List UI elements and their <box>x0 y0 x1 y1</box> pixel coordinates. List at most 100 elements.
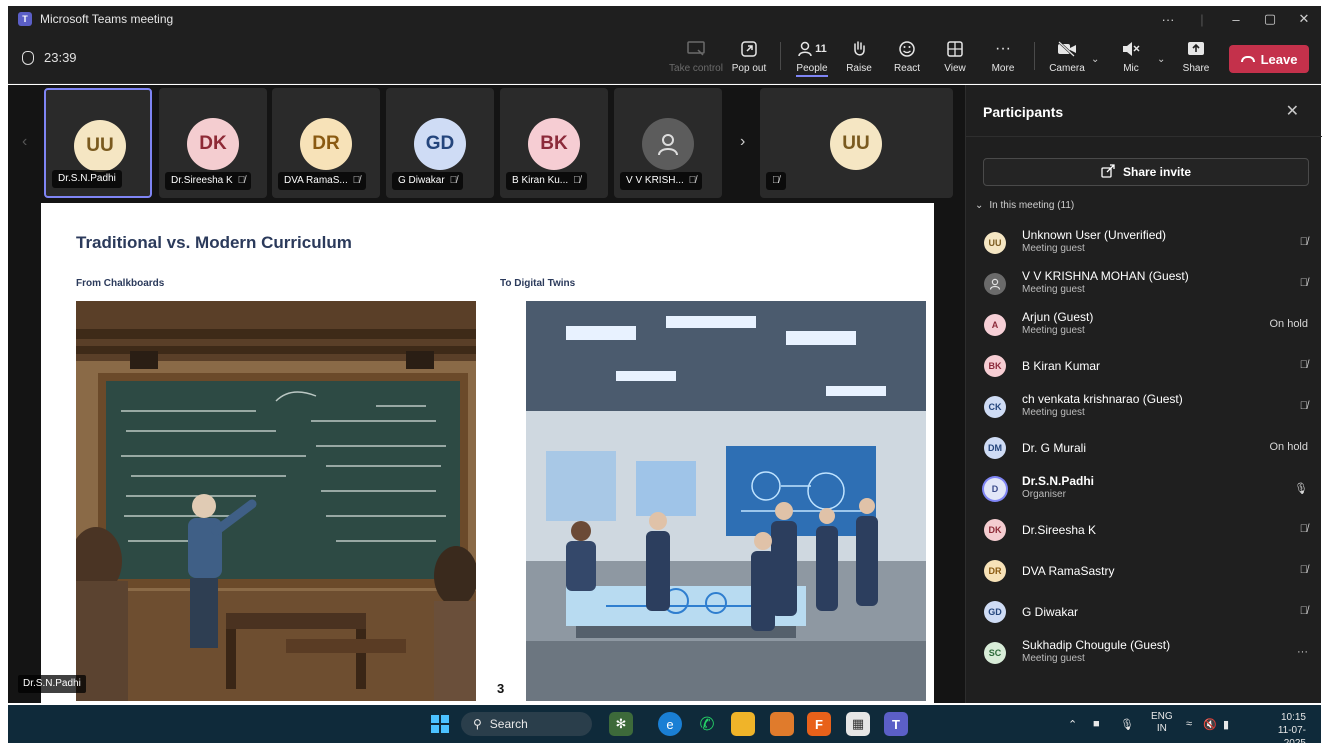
react-button[interactable]: React <box>892 38 922 80</box>
mic-options-chevron-icon[interactable]: ⌄ <box>1157 54 1165 65</box>
app-icon[interactable]: F <box>807 712 831 736</box>
participant-row[interactable]: V V KRISHNA MOHAN (Guest) Meeting guest … <box>984 266 1310 302</box>
video-tile[interactable]: V V KRISH... 🎙̸ <box>614 88 722 198</box>
mic-off-icon: 🎙̸ <box>1299 523 1308 535</box>
camera-options-chevron-icon[interactable]: ⌄ <box>1091 54 1099 65</box>
shared-presentation-slide: Traditional vs. Modern Curriculum From C… <box>41 203 934 703</box>
presenter-name-label: Dr.S.N.Padhi <box>18 675 86 693</box>
video-tile[interactable]: UU 🎙̸ <box>760 88 953 198</box>
participant-tile-strip: ‹ UU Dr.S.N.Padhi DK Dr.Sireesha K 🎙̸ DR … <box>8 85 965 202</box>
mic-off-icon: 🎙̸ <box>573 175 581 186</box>
meeting-control-bar: 23:39 Take control Pop out 11 People Rai… <box>8 32 1321 84</box>
share-screen-icon <box>1187 38 1205 60</box>
mic-on-icon: 🎙 <box>1294 483 1308 495</box>
wifi-icon[interactable]: ≈ <box>1186 705 1192 743</box>
participant-row[interactable]: A Arjun (Guest) Meeting guest On hold <box>984 307 1310 343</box>
participant-row[interactable]: GD G Diwakar 🎙̸ <box>984 594 1310 630</box>
smiley-icon <box>899 38 915 60</box>
mic-off-icon: 🎙̸ <box>449 175 458 186</box>
avatar: UU <box>830 118 882 170</box>
meeting-stage: ‹ UU Dr.S.N.Padhi DK Dr.Sireesha K 🎙̸ DR … <box>8 85 965 703</box>
participant-row[interactable]: SC Sukhadip Chougule (Guest) Meeting gue… <box>984 635 1310 671</box>
video-tile[interactable]: UU Dr.S.N.Padhi <box>44 88 152 198</box>
share-button[interactable]: Share <box>1182 38 1210 80</box>
panel-title: Participants <box>983 104 1064 120</box>
pop-out-icon <box>741 38 757 60</box>
on-hold-status: On hold <box>1269 441 1308 453</box>
teams-logo-icon: T <box>18 12 32 26</box>
system-clock[interactable]: 10:15 11-07-2025 <box>1256 711 1306 743</box>
avatar: DM <box>984 437 1006 459</box>
teams-taskbar-icon[interactable]: T <box>884 712 908 736</box>
take-control-icon <box>687 38 705 60</box>
tiles-next-arrow-icon[interactable]: › <box>740 133 745 151</box>
windows-taskbar: ⚲ Search ✻ e ✆ F ▦ T ⌃ ■ 🎙 ENG IN ≈ 🔇 ▮ … <box>8 705 1321 743</box>
leave-button[interactable]: Leave <box>1229 45 1309 73</box>
slide-right-caption: To Digital Twins <box>500 278 576 289</box>
defender-icon[interactable]: ■ <box>1093 705 1100 743</box>
people-count: 11 <box>815 43 827 55</box>
avatar: DK <box>187 118 239 170</box>
mic-off-icon: 🎙̸ <box>1299 359 1308 371</box>
camera-button[interactable]: Camera <box>1048 38 1086 80</box>
tile-name-label: V V KRISH... 🎙̸ <box>620 172 703 190</box>
video-tile[interactable]: DK Dr.Sireesha K 🎙̸ <box>159 88 267 198</box>
close-window-button[interactable]: ✕ <box>1287 11 1321 27</box>
mic-off-icon: 🎙̸ <box>1299 400 1308 412</box>
pop-out-button[interactable]: Pop out <box>730 38 768 80</box>
ellipsis-icon: ··· <box>995 40 1011 57</box>
timer-text: 23:39 <box>44 50 77 65</box>
mic-off-icon: 🎙̸ <box>1299 605 1308 617</box>
restore-button[interactable]: ▢ <box>1253 11 1287 27</box>
people-icon: 11 <box>797 38 827 60</box>
camera-off-icon <box>1057 38 1077 60</box>
store-icon[interactable]: ▦ <box>846 712 870 736</box>
tile-name-label: Dr.Sireesha K 🎙̸ <box>165 172 252 190</box>
avatar: D <box>984 478 1006 500</box>
taskbar-search-box[interactable]: ⚲ Search <box>461 712 592 736</box>
tile-name-label: 🎙̸ <box>766 172 786 190</box>
participant-row[interactable]: UU Unknown User (Unverified) Meeting gue… <box>984 225 1310 261</box>
mic-button[interactable]: Mic <box>1118 38 1144 80</box>
speaker-muted-icon <box>1121 38 1141 60</box>
video-tile[interactable]: BK B Kiran Ku... 🎙̸ <box>500 88 608 198</box>
meeting-timer: 23:39 <box>22 50 77 65</box>
more-button[interactable]: ··· More <box>988 38 1018 80</box>
start-icon[interactable] <box>428 712 452 736</box>
people-button[interactable]: 11 People <box>794 38 830 80</box>
avatar: UU <box>74 120 126 172</box>
participant-row[interactable]: DR DVA RamaSastry 🎙̸ <box>984 553 1310 589</box>
more-options-icon[interactable]: ··· <box>1151 12 1185 27</box>
view-button[interactable]: View <box>940 38 970 80</box>
show-hidden-icons-chevron-icon[interactable]: ⌃ <box>1068 705 1077 743</box>
edge-browser-icon[interactable]: e <box>658 712 682 736</box>
file-explorer-icon[interactable] <box>731 712 755 736</box>
participant-row[interactable]: DM Dr. G Murali On hold <box>984 430 1310 466</box>
app-icon[interactable] <box>770 712 794 736</box>
tile-name-label: DVA RamaS... 🎙̸ <box>278 172 367 190</box>
participant-row[interactable]: D Dr.S.N.Padhi Organiser 🎙 <box>984 471 1310 507</box>
participant-row[interactable]: DK Dr.Sireesha K 🎙̸ <box>984 512 1310 548</box>
avatar: DR <box>300 118 352 170</box>
mic-off-icon: 🎙̸ <box>352 175 361 186</box>
participant-row[interactable]: BK B Kiran Kumar 🎙̸ <box>984 348 1310 384</box>
in-meeting-group-header[interactable]: ⌄ In this meeting (11) <box>975 200 1074 211</box>
language-indicator[interactable]: ENG IN <box>1151 711 1173 735</box>
raise-hand-button[interactable]: Raise <box>844 38 874 80</box>
digital-twin-lab-image <box>526 301 926 701</box>
participant-row[interactable]: CK ch venkata krishnarao (Guest) Meeting… <box>984 389 1310 425</box>
video-tile[interactable]: DR DVA RamaS... 🎙̸ <box>272 88 380 198</box>
close-panel-icon[interactable]: ✕ <box>1286 101 1299 121</box>
participants-panel: Participants ✕ Share invite ⌄ In this me… <box>965 85 1322 703</box>
share-invite-button[interactable]: Share invite <box>983 158 1309 186</box>
video-tile[interactable]: GD G Diwakar 🎙̸ <box>386 88 494 198</box>
widgets-icon[interactable]: ✻ <box>609 712 633 736</box>
tiles-prev-arrow-icon[interactable]: ‹ <box>22 133 27 151</box>
battery-icon[interactable]: ▮ <box>1223 705 1229 743</box>
take-control-button[interactable]: Take control <box>668 38 724 80</box>
minimize-button[interactable]: – <box>1219 12 1253 27</box>
volume-muted-icon[interactable]: 🔇 <box>1203 705 1217 743</box>
whatsapp-icon[interactable]: ✆ <box>695 712 719 736</box>
more-options-icon[interactable]: ··· <box>1297 646 1308 658</box>
microphone-icon[interactable]: 🎙 <box>1120 705 1134 743</box>
